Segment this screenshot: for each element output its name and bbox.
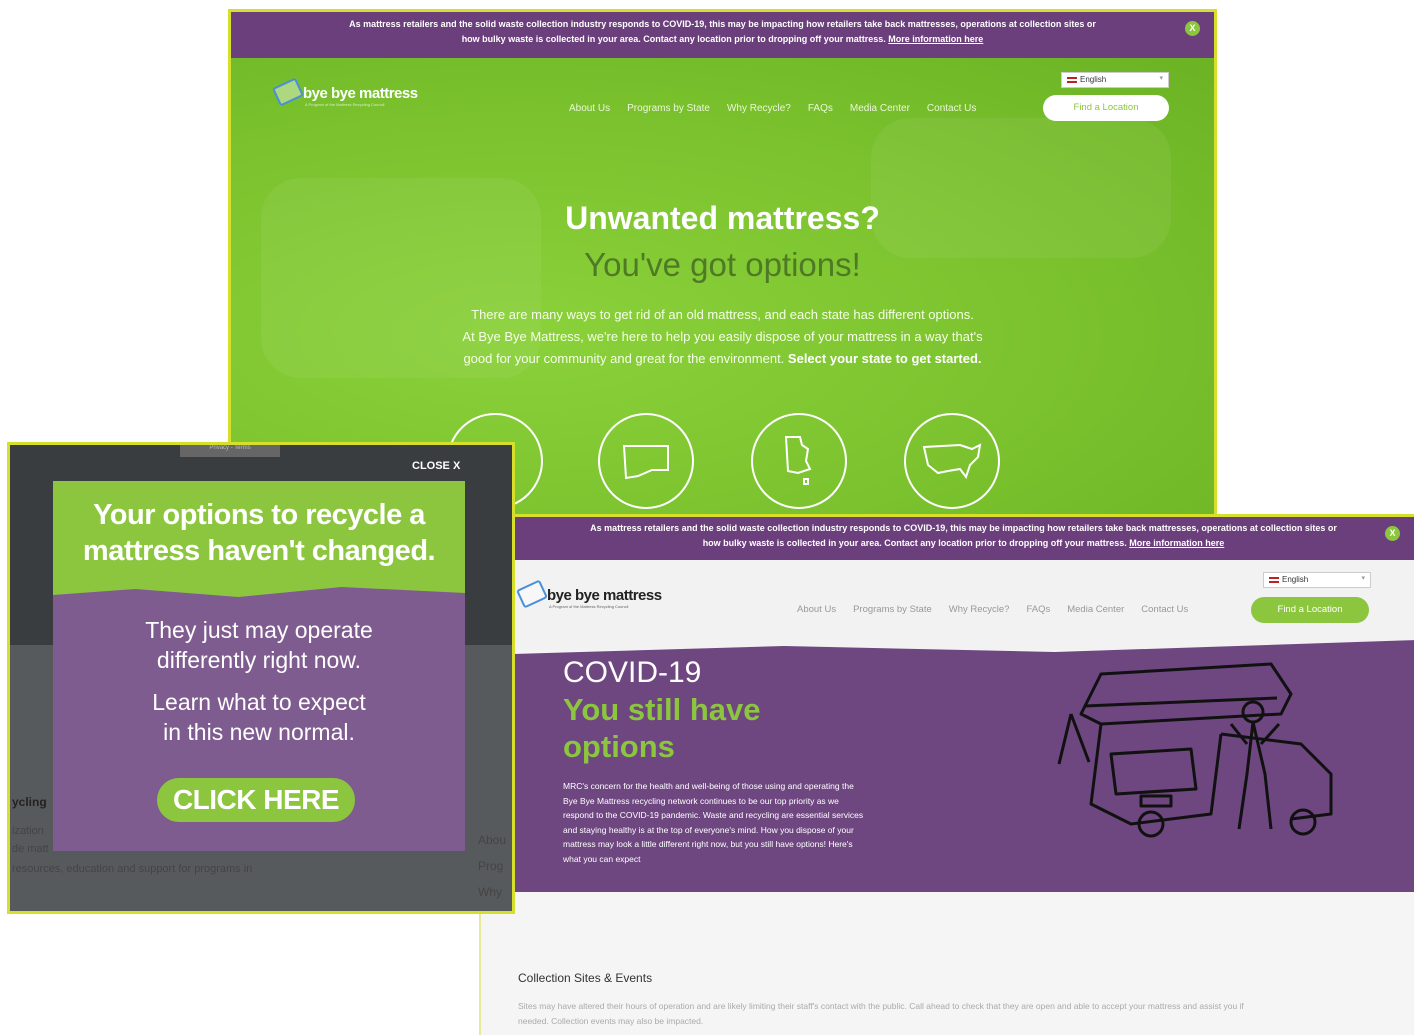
usa-icon (922, 443, 982, 480)
covid-hero: COVID-19 You still have options MRC's co… (513, 640, 1414, 892)
nav-contact-us[interactable]: Contact Us (1141, 604, 1188, 615)
language-select[interactable]: English ▾ (1061, 72, 1169, 88)
bg-nav-text: Why (478, 885, 502, 899)
logo-tagline: A Program of the Mattress Recycling Coun… (305, 102, 385, 107)
covid-intro-line: respond to the COVID-19 pandemic. Waste … (563, 810, 864, 820)
bg-nav-text: Prog (478, 859, 504, 873)
popup-screenshot: ycling ization de matt resources, educat… (7, 442, 515, 914)
site-logo[interactable]: bye bye mattress A Program of the Mattre… (271, 77, 418, 107)
bg-text: ycling (12, 795, 47, 809)
hero-body-line: At Bye Bye Mattress, we're here to help … (462, 329, 983, 344)
bg-text: de matt (12, 843, 49, 855)
covid-intro-text: MRC's concern for the health and well-be… (563, 779, 863, 866)
bg-text: resources, education and support for pro… (12, 863, 253, 875)
banner-close-button[interactable]: X (1385, 526, 1400, 541)
logo-wordmark: bye bye mattress (303, 85, 418, 102)
find-location-button[interactable]: Find a Location (1251, 597, 1369, 623)
language-label: English (1282, 575, 1309, 584)
us-flag-icon (1067, 76, 1077, 83)
covid-page-screenshot: As mattress retailers and the solid wast… (479, 514, 1414, 1035)
click-here-button[interactable]: CLICK HERE (157, 778, 355, 822)
main-nav: About Us Programs by State Why Recycle? … (569, 103, 976, 114)
covid-alert-banner: As mattress retailers and the solid wast… (231, 12, 1214, 58)
chevron-down-icon: ▾ (1361, 575, 1365, 582)
nav-faqs[interactable]: FAQs (1026, 604, 1050, 615)
mattress-logo-icon (515, 579, 549, 609)
chevron-down-icon: ▾ (1159, 75, 1163, 82)
covid-intro-line: what you can expect (563, 853, 641, 864)
find-location-button[interactable]: Find a Location (1043, 95, 1169, 121)
language-select[interactable]: English ▾ (1263, 572, 1371, 588)
hero-body-line: good for your community and great for th… (463, 351, 785, 366)
popup-body: They just may operate differently right … (53, 587, 465, 851)
banner-line-1: As mattress retailers and the solid wast… (590, 523, 1337, 533)
nav-about-us[interactable]: About Us (797, 604, 836, 615)
bg-text: ization (12, 825, 44, 837)
nav-contact-us[interactable]: Contact Us (927, 103, 976, 114)
covid-intro-line: MRC's concern for the health and well-be… (563, 781, 854, 791)
site-logo[interactable]: bye bye mattress A Program of the Mattre… (515, 579, 662, 609)
state-usa-button[interactable] (904, 413, 1000, 509)
logo-wordmark: bye bye mattress (547, 587, 662, 604)
popup-text: differently right now. (156, 647, 362, 673)
popup-close-button[interactable]: CLOSE X (412, 460, 460, 472)
state-rhode-island-button[interactable] (751, 413, 847, 509)
covid-intro-line: and staying healthy is at the top of eve… (563, 824, 854, 835)
section-text-line: needed. Collection events may also be im… (518, 1016, 704, 1026)
nav-programs-by-state[interactable]: Programs by State (853, 604, 932, 615)
recaptcha-badge: Privacy - Terms (180, 445, 280, 457)
banner-line-1: As mattress retailers and the solid wast… (349, 19, 1096, 29)
covid-intro-line: mattress may look a little different rig… (563, 839, 853, 849)
connecticut-icon (622, 445, 669, 480)
collection-sites-title: Collection Sites & Events (518, 971, 653, 985)
us-flag-icon (1269, 576, 1279, 583)
hero-subtitle: You've got options! (584, 246, 861, 283)
covid-alert-banner: As mattress retailers and the solid wast… (513, 517, 1414, 560)
covid-subheading: options (563, 729, 675, 764)
hero-body: There are many ways to get rid of an old… (231, 304, 1214, 370)
site-header: bye bye mattress A Program of the Mattre… (513, 560, 1414, 650)
nav-programs-by-state[interactable]: Programs by State (627, 103, 710, 114)
main-nav: About Us Programs by State Why Recycle? … (797, 604, 1188, 615)
popup-text: in this new normal. (163, 719, 355, 745)
homepage-screenshot: As mattress retailers and the solid wast… (228, 9, 1217, 517)
nav-faqs[interactable]: FAQs (808, 103, 833, 114)
nav-why-recycle[interactable]: Why Recycle? (727, 103, 791, 114)
popup-text: They just may operate (145, 617, 373, 643)
nav-media-center[interactable]: Media Center (850, 103, 910, 114)
popup-text: Learn what to expect (152, 689, 366, 715)
truck-with-mattress-illustration (1057, 662, 1333, 838)
collection-sites-text: Sites may have altered their hours of op… (518, 999, 1388, 1029)
popup-modal: Your options to recycle a mattress haven… (53, 481, 465, 851)
popup-header: Your options to recycle a mattress haven… (53, 481, 465, 601)
covid-heading: COVID-19 (563, 656, 702, 689)
hero-cta-text: Select your state to get started. (787, 351, 982, 366)
section-text-line: Sites may have altered their hours of op… (518, 1001, 1244, 1011)
nav-why-recycle[interactable]: Why Recycle? (949, 604, 1010, 615)
banner-line-2: how bulky waste is collected in your are… (702, 538, 1127, 548)
nav-about-us[interactable]: About Us (569, 103, 610, 114)
banner-close-button[interactable]: X (1185, 21, 1200, 36)
popup-headline: Your options to recycle a (93, 499, 425, 531)
hero-body-line: There are many ways to get rid of an old… (471, 307, 974, 322)
covid-intro-line: Bye Bye Mattress recycling network conti… (563, 795, 839, 806)
banner-line-2: how bulky waste is collected in your are… (461, 34, 886, 44)
bg-nav-text: Abou (478, 833, 507, 847)
mattress-logo-icon (271, 77, 305, 107)
more-info-link[interactable]: More information here (1129, 538, 1224, 548)
language-label: English (1080, 75, 1107, 84)
background-photo (871, 118, 1171, 258)
rhode-island-icon (784, 436, 812, 485)
popup-headline: mattress haven't changed. (82, 535, 436, 567)
more-info-link[interactable]: More information here (888, 34, 983, 44)
hero-title: Unwanted mattress? (565, 200, 880, 236)
covid-subheading: You still have (563, 692, 761, 727)
logo-tagline: A Program of the Mattress Recycling Coun… (549, 604, 629, 609)
state-connecticut-button[interactable] (598, 413, 694, 509)
nav-media-center[interactable]: Media Center (1067, 604, 1124, 615)
